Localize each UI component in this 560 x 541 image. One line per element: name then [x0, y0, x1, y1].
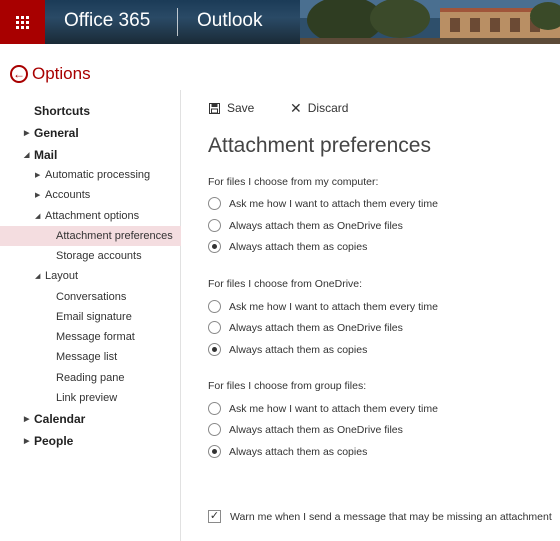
nav-label: General — [34, 126, 79, 140]
radio-label: Always attach them as OneDrive files — [229, 423, 403, 436]
radio-label: Always attach them as copies — [229, 445, 368, 458]
save-icon — [209, 102, 220, 114]
radio-button — [208, 300, 221, 313]
nav-attachment-options[interactable]: ◢ Attachment options — [0, 206, 181, 226]
radio-onedrive-copies[interactable]: Always attach them as copies — [208, 343, 367, 356]
nav-calendar[interactable]: ▶ Calendar — [0, 409, 181, 429]
nav-accounts[interactable]: ▶ Accounts — [0, 185, 181, 205]
save-button[interactable]: Save — [209, 101, 254, 115]
nav-label: Attachment preferences — [56, 230, 173, 242]
nav-label: People — [34, 434, 74, 448]
nav-label: Layout — [45, 270, 79, 282]
discard-label: Discard — [307, 101, 349, 115]
nav-shortcuts[interactable]: Shortcuts — [0, 101, 181, 121]
options-title: Options — [32, 64, 91, 83]
radio-button — [208, 423, 221, 436]
radio-computer-ask[interactable]: Ask me how I want to attach them every t… — [208, 197, 438, 210]
header-divider — [177, 8, 178, 36]
discard-button[interactable]: ✕ Discard — [290, 101, 348, 115]
checkbox-label: Warn me when I send a message that may b… — [230, 510, 552, 523]
options-back-link[interactable]: ← Options — [10, 64, 91, 84]
section-label-onedrive: For files I choose from OneDrive: — [208, 278, 363, 290]
radio-button — [208, 343, 221, 356]
nav-label: Email signature — [56, 311, 132, 323]
radio-label: Always attach them as OneDrive files — [229, 321, 403, 334]
page-title: Attachment preferences — [208, 134, 431, 157]
nav-conversations[interactable]: Conversations — [0, 287, 181, 307]
radio-label: Always attach them as OneDrive files — [229, 219, 403, 232]
expand-arrow-icon: ▶ — [24, 130, 30, 137]
nav-email-signature[interactable]: Email signature — [0, 307, 181, 327]
collapse-arrow-icon: ◢ — [35, 213, 41, 220]
nav-label: Reading pane — [56, 372, 125, 384]
radio-label: Ask me how I want to attach them every t… — [229, 197, 438, 210]
nav-label: Attachment options — [45, 210, 140, 222]
nav-label: Conversations — [56, 291, 127, 303]
radio-button — [208, 240, 221, 253]
radio-button — [208, 321, 221, 334]
radio-group-ask[interactable]: Ask me how I want to attach them every t… — [208, 402, 438, 415]
radio-label: Always attach them as copies — [229, 343, 368, 356]
nav-label: Link preview — [56, 392, 118, 404]
nav-attachment-preferences[interactable]: Attachment preferences — [0, 226, 181, 246]
radio-button — [208, 197, 221, 210]
nav-label: Accounts — [45, 189, 91, 201]
collapse-arrow-icon: ◢ — [24, 152, 30, 159]
nav-link-preview[interactable]: Link preview — [0, 388, 181, 408]
radio-label: Always attach them as copies — [229, 240, 368, 253]
brand-title[interactable]: Office 365 — [64, 10, 150, 32]
radio-label: Ask me how I want to attach them every t… — [229, 300, 438, 313]
radio-computer-copies[interactable]: Always attach them as copies — [208, 240, 367, 253]
section-label-group-files: For files I choose from group files: — [208, 380, 367, 392]
nav-reading-pane[interactable]: Reading pane — [0, 368, 181, 388]
radio-onedrive-onedrive[interactable]: Always attach them as OneDrive files — [208, 321, 403, 334]
nav-mail[interactable]: ◢ Mail — [0, 145, 181, 165]
radio-button — [208, 402, 221, 415]
suite-header: Office 365 Outlook — [0, 0, 560, 44]
save-label: Save — [227, 101, 255, 115]
expand-arrow-icon: ▶ — [35, 172, 41, 179]
header-theme-image — [300, 0, 560, 44]
nav-general[interactable]: ▶ General — [0, 123, 181, 143]
nav-message-list[interactable]: Message list — [0, 347, 181, 367]
nav-label: Automatic processing — [45, 169, 151, 181]
nav-label: Message list — [56, 351, 118, 363]
nav-label: Message format — [56, 331, 135, 343]
app-launcher-button[interactable] — [0, 0, 45, 44]
nav-label: Mail — [34, 148, 58, 162]
back-arrow-icon: ← — [10, 65, 28, 83]
nav-people[interactable]: ▶ People — [0, 431, 181, 451]
app-name[interactable]: Outlook — [197, 10, 262, 32]
nav-label: Storage accounts — [56, 250, 142, 262]
expand-arrow-icon: ▶ — [24, 438, 30, 445]
nav-storage-accounts[interactable]: Storage accounts — [0, 246, 181, 266]
nav-label: Calendar — [34, 412, 86, 426]
radio-onedrive-ask[interactable]: Ask me how I want to attach them every t… — [208, 300, 438, 313]
radio-group-onedrive[interactable]: Always attach them as OneDrive files — [208, 423, 403, 436]
nav-label: Shortcuts — [34, 104, 91, 118]
warn-missing-attachment-checkbox[interactable]: ✓ Warn me when I send a message that may… — [208, 510, 552, 523]
expand-arrow-icon: ▶ — [24, 416, 30, 423]
section-label-computer: For files I choose from my computer: — [208, 176, 379, 188]
radio-computer-onedrive[interactable]: Always attach them as OneDrive files — [208, 219, 403, 232]
waffle-icon — [16, 15, 29, 29]
nav-message-format[interactable]: Message format — [0, 327, 181, 347]
radio-button — [208, 445, 221, 458]
nav-layout[interactable]: ◢ Layout — [0, 266, 181, 286]
radio-button — [208, 219, 221, 232]
checkmark-icon: ✓ — [208, 510, 221, 523]
collapse-arrow-icon: ◢ — [35, 273, 41, 280]
nav-automatic-processing[interactable]: ▶ Automatic processing — [0, 165, 181, 185]
radio-group-copies[interactable]: Always attach them as copies — [208, 445, 367, 458]
expand-arrow-icon: ▶ — [35, 192, 41, 199]
close-icon: ✕ — [290, 100, 302, 116]
radio-label: Ask me how I want to attach them every t… — [229, 402, 438, 415]
